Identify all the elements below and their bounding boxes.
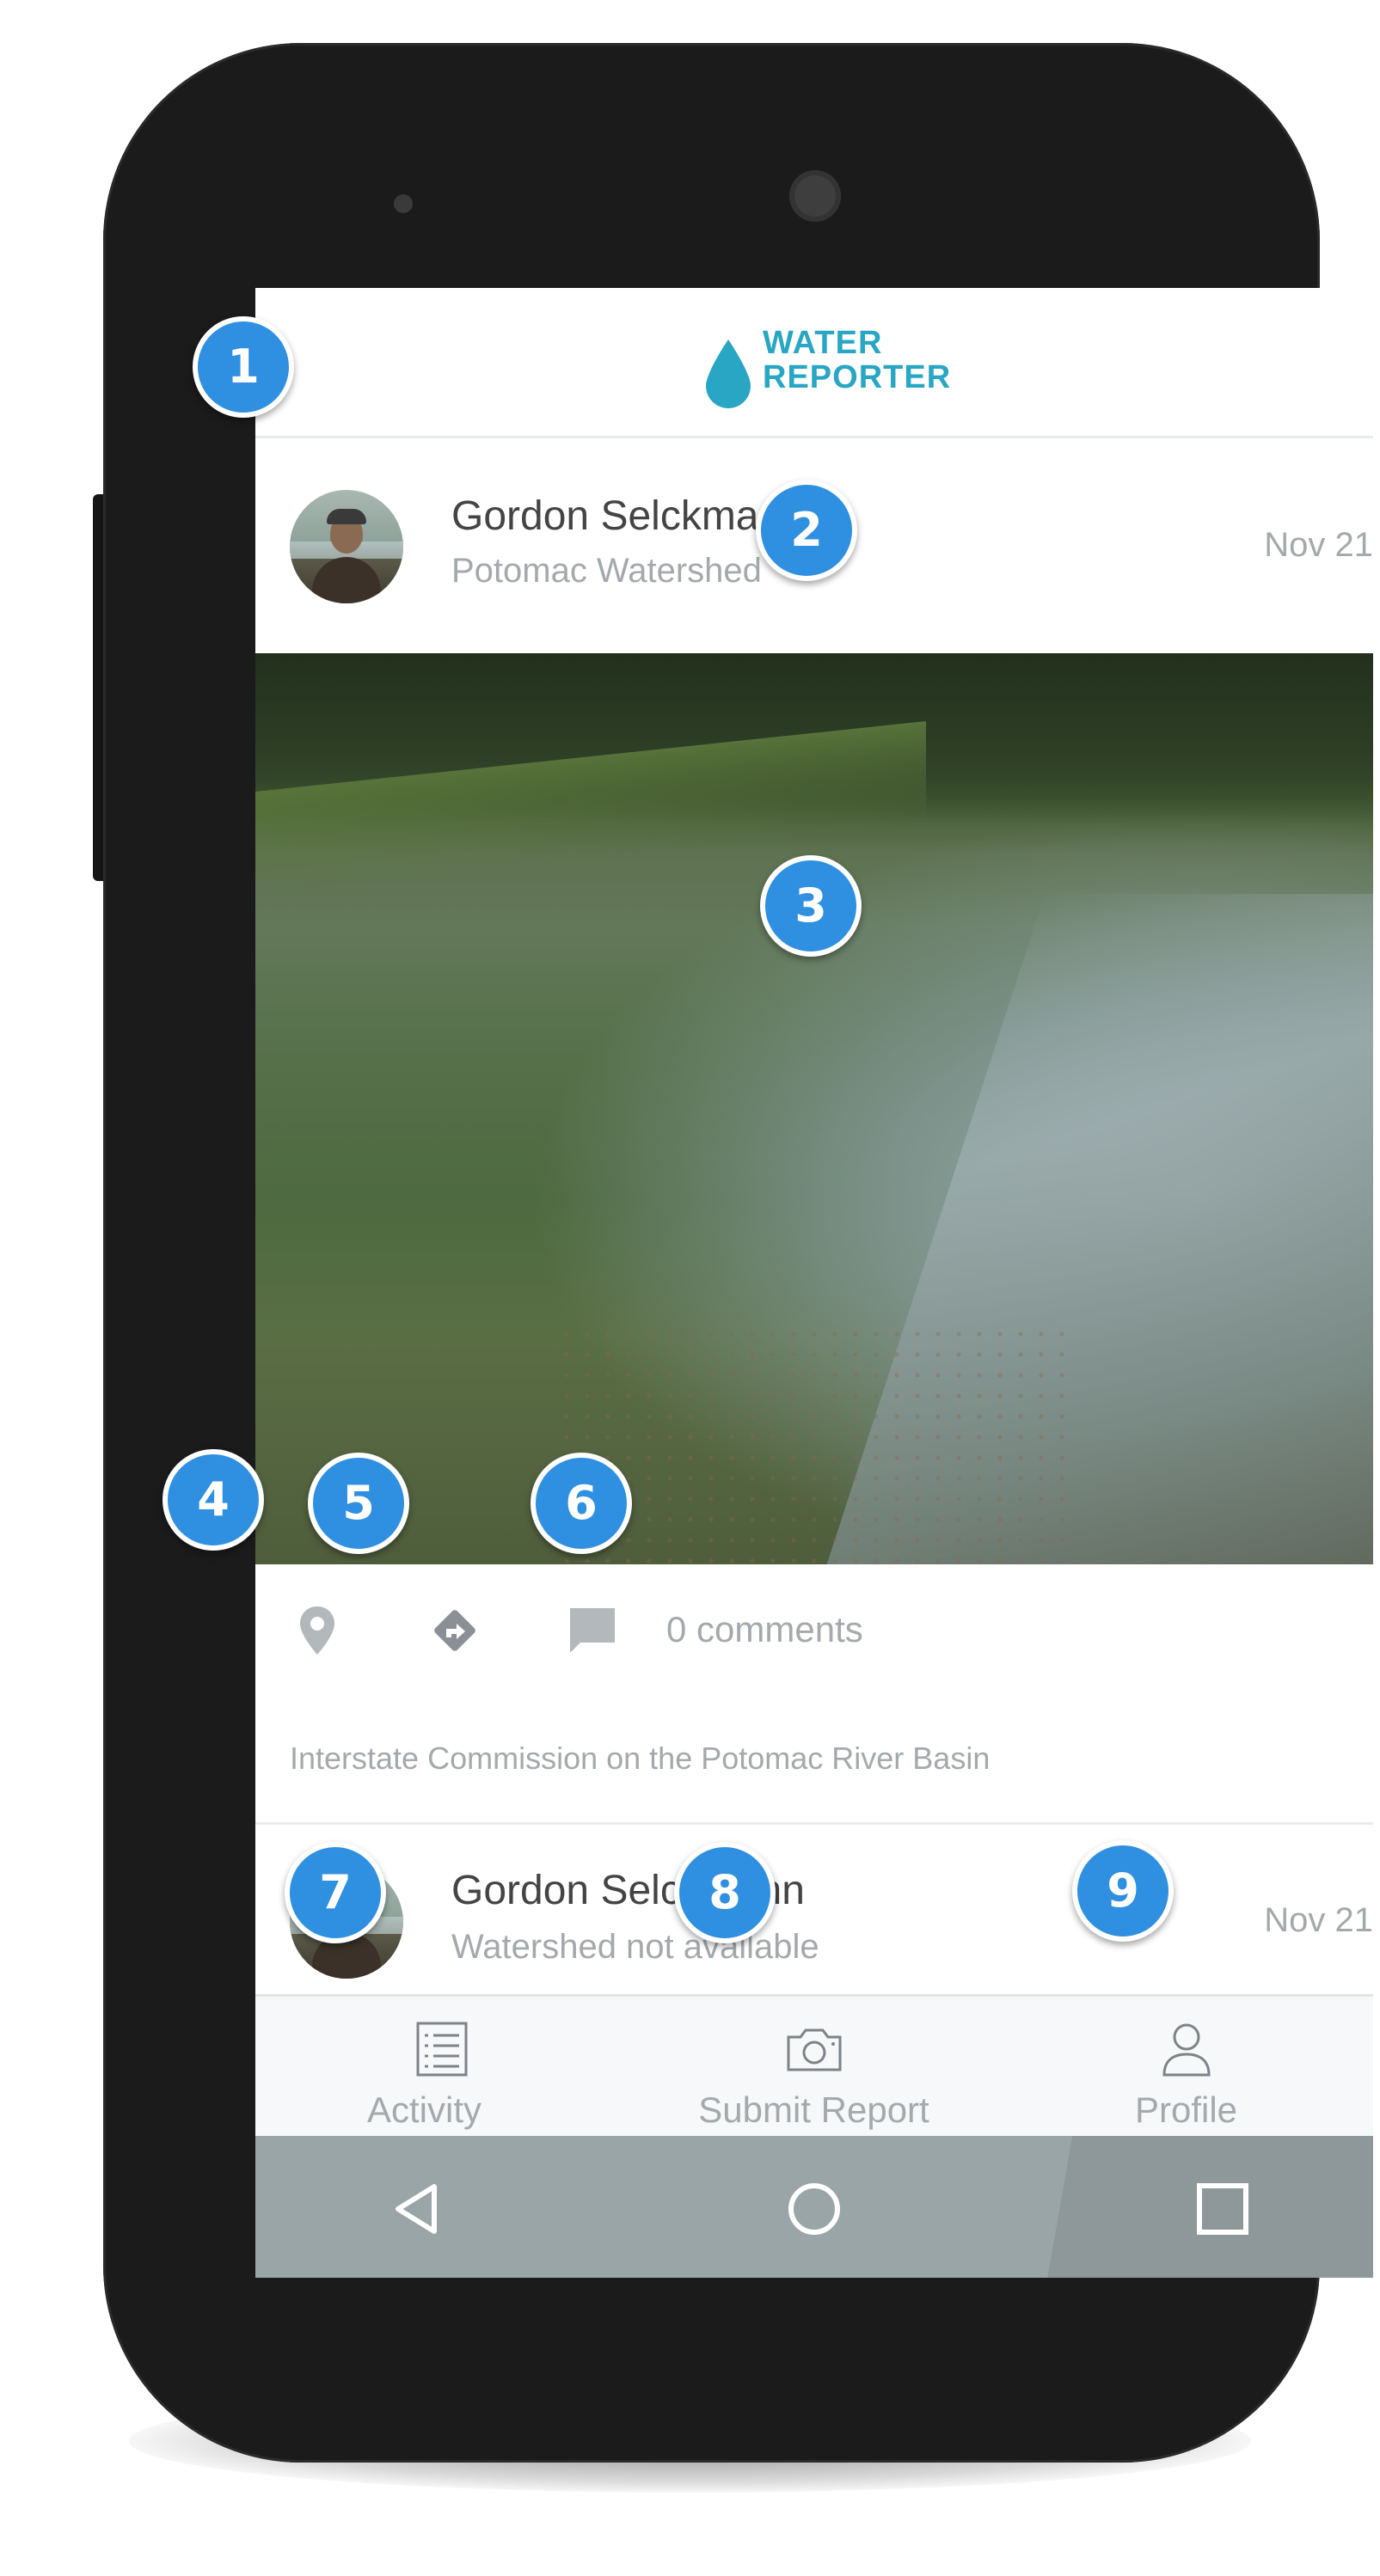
watershed-name[interactable]: Watershed not available [451,1928,819,1967]
organization-name[interactable]: Interstate Commission on the Potomac Riv… [290,1741,990,1777]
callout-5: 5 [308,1453,409,1554]
callout-4: 4 [163,1449,264,1551]
tab-profile[interactable]: Profile [1000,1997,1372,2139]
callout-8: 8 [674,1842,776,1943]
triangle-back-icon[interactable] [384,2175,453,2243]
post-header[interactable]: Gordon Selckmann Watershed not available… [255,1822,1373,2007]
logo-line-2: REPORTER [763,359,952,395]
avatar[interactable] [290,490,403,603]
callout-1: 1 [193,316,294,418]
callout-3: 3 [760,855,862,957]
watershed-name[interactable]: Potomac Watershed [451,552,762,590]
post-actions: 0 comments [255,1573,1373,1685]
square-recents-icon[interactable] [1188,2175,1257,2243]
sensor-dot [394,194,413,213]
tab-label: Profile [1134,2090,1238,2130]
report-photo[interactable] [255,653,1373,1564]
callout-9: 9 [1072,1840,1174,1942]
callout-7: 7 [285,1842,386,1943]
water-drop-icon [706,340,751,408]
user-name[interactable]: Gordon Selckmann [451,493,805,540]
directions-icon[interactable] [427,1603,482,1658]
callout-6: 6 [531,1453,632,1554]
camera-icon [787,2028,841,2071]
bottom-tab-bar: Activity Submit Report Profile [255,1994,1373,2139]
app-screen: WATER REPORTER Gordon Selckmann Potomac … [255,288,1373,2278]
comment-icon[interactable] [565,1603,620,1658]
map-pin-icon[interactable] [290,1603,345,1658]
tab-label: Submit Report [698,2090,929,2130]
tab-label: Activity [366,2090,481,2130]
post-date: Nov 21 [1264,1901,1373,1939]
list-icon [416,2022,467,2077]
logo-text: WATER REPORTER [763,326,951,395]
tab-submit-report[interactable]: Submit Report [628,1997,1000,2139]
system-nav-bar [255,2136,1373,2278]
circle-home-icon[interactable] [780,2175,849,2243]
logo-line-1: WATER [763,325,883,361]
phone-frame: WATER REPORTER Gordon Selckmann Potomac … [103,43,1373,2463]
person-icon [1162,2023,1211,2077]
water-reporter-logo: WATER REPORTER [702,319,969,408]
app-header: WATER REPORTER [255,288,1373,438]
tab-activity[interactable]: Activity [255,1997,628,2139]
front-camera [789,170,841,222]
post-date: Nov 21 [1264,526,1373,564]
comments-count[interactable]: 0 comments [666,1609,863,1650]
callout-2: 2 [756,480,857,581]
